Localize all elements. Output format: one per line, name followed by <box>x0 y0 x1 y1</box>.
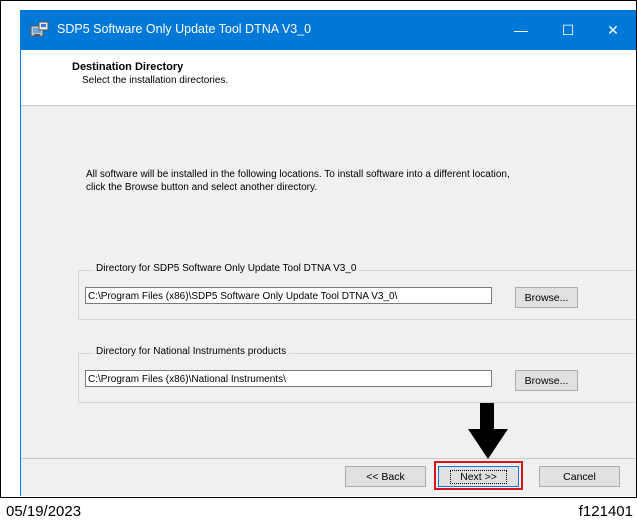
installer-window: SDP5 Software Only Update Tool DTNA V3_0… <box>20 10 636 496</box>
info-text: All software will be installed in the fo… <box>86 169 510 193</box>
directory-path-field[interactable]: C:\Program Files (x86)\National Instrume… <box>85 370 492 387</box>
next-highlight-box <box>434 461 523 490</box>
directory-path-field[interactable]: C:\Program Files (x86)\SDP5 Software Onl… <box>85 287 492 304</box>
down-arrow-icon <box>468 403 508 459</box>
caption-date: 05/19/2023 <box>6 503 82 520</box>
cancel-button[interactable]: Cancel <box>539 466 620 487</box>
footer-divider <box>21 458 636 459</box>
header-panel: Destination Directory Select the install… <box>21 50 636 106</box>
back-button[interactable]: << Back <box>345 466 426 487</box>
maximize-button[interactable]: ☐ <box>545 10 591 50</box>
back-label: << Back <box>366 470 405 483</box>
cancel-label: Cancel <box>563 470 596 483</box>
minimize-button[interactable]: — <box>498 10 544 50</box>
page-title: Destination Directory <box>72 61 184 73</box>
group-label: Directory for National Instruments produ… <box>93 346 290 357</box>
directory-group-ni: Directory for National Instruments produ… <box>78 346 635 403</box>
close-button[interactable]: ✕ <box>590 10 636 50</box>
directory-group-sdp5: Directory for SDP5 Software Only Update … <box>78 263 635 320</box>
installer-app-icon <box>30 21 49 37</box>
browse-button[interactable]: Browse... <box>515 287 578 308</box>
title-bar[interactable]: SDP5 Software Only Update Tool DTNA V3_0… <box>21 10 636 50</box>
page-subtitle: Select the installation directories. <box>82 75 229 86</box>
window-title: SDP5 Software Only Update Tool DTNA V3_0 <box>57 22 312 36</box>
group-label: Directory for SDP5 Software Only Update … <box>93 263 360 274</box>
browse-button[interactable]: Browse... <box>515 370 578 391</box>
caption-figure-id: f121401 <box>578 503 633 520</box>
maximize-icon: ☐ <box>561 21 575 38</box>
minimize-icon: — <box>514 22 528 38</box>
close-icon: ✕ <box>607 21 619 38</box>
